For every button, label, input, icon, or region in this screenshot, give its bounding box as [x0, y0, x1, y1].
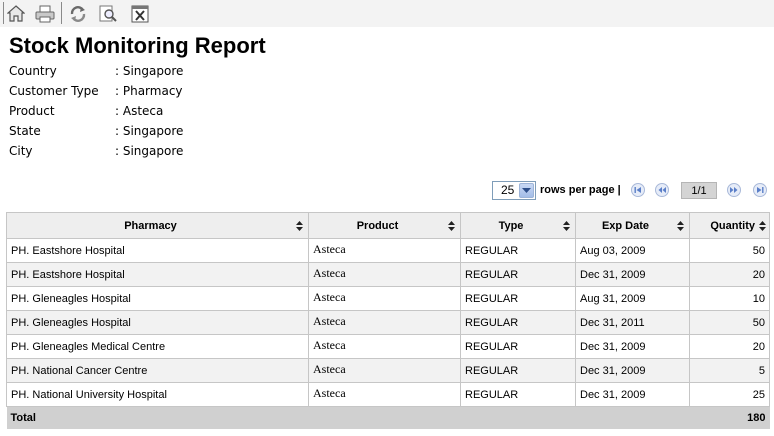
sort-icon[interactable] [563, 221, 570, 231]
column-header-label: Pharmacy [124, 219, 177, 232]
cell-exp-date: Dec 31, 2011 [575, 310, 690, 335]
cell-type: REGULAR [460, 262, 576, 287]
filter-label: Customer Type [9, 84, 99, 98]
last-page-icon[interactable] [753, 183, 767, 197]
column-header-quantity[interactable]: Quantity [689, 212, 770, 239]
previous-page-icon[interactable] [655, 183, 669, 197]
cell-pharmacy: PH. National Cancer Centre [6, 358, 309, 383]
column-header-type[interactable]: Type [460, 212, 576, 239]
column-header-label: Product [356, 219, 399, 232]
cell-product: Asteca [308, 334, 461, 359]
cell-pharmacy: PH. National University Hospital [6, 382, 309, 407]
cell-pharmacy: PH. Eastshore Hospital [6, 238, 309, 263]
total-row: Total 180 [6, 406, 770, 429]
column-header-product[interactable]: Product [308, 212, 461, 239]
column-header-label: Quantity [710, 219, 755, 232]
cell-product: Asteca [308, 238, 461, 263]
filter-value: : Pharmacy [115, 84, 183, 98]
cell-quantity: 10 [689, 286, 770, 311]
toolbar [0, 0, 774, 27]
preview-icon[interactable] [97, 3, 119, 24]
cell-quantity: 5 [689, 358, 770, 383]
total-value: 180 [689, 406, 770, 429]
cell-quantity: 50 [689, 310, 770, 335]
next-page-icon[interactable] [727, 183, 741, 197]
stock-table: Pharmacy Product Type Exp Date Quantity [6, 212, 770, 429]
column-header-exp-date[interactable]: Exp Date [575, 212, 690, 239]
cell-quantity: 20 [689, 334, 770, 359]
cell-type: REGULAR [460, 382, 576, 407]
home-icon[interactable] [5, 3, 27, 24]
excel-export-icon[interactable] [129, 3, 151, 24]
page-indicator: 1/1 [681, 182, 717, 199]
table-row: PH. Eastshore Hospital Asteca REGULAR Au… [6, 238, 770, 263]
total-label: Total [6, 406, 690, 429]
column-header-pharmacy[interactable]: Pharmacy [6, 212, 309, 239]
cell-pharmacy: PH. Eastshore Hospital [6, 262, 309, 287]
filter-value: : Asteca [115, 104, 164, 118]
cell-product: Asteca [308, 358, 461, 383]
cell-exp-date: Aug 03, 2009 [575, 238, 690, 263]
cell-exp-date: Dec 31, 2009 [575, 334, 690, 359]
cell-product: Asteca [308, 310, 461, 335]
filter-label: Country [9, 64, 57, 78]
column-header-label: Type [498, 219, 524, 232]
table-header-row: Pharmacy Product Type Exp Date Quantity [6, 212, 770, 239]
toolbar-separator [3, 2, 4, 24]
table-row: PH. Gleneagles Hospital Asteca REGULAR A… [6, 286, 770, 311]
table-row: PH. National University Hospital Asteca … [6, 382, 770, 407]
filter-label: City [9, 144, 33, 158]
cell-exp-date: Dec 31, 2009 [575, 262, 690, 287]
rows-per-page-value: 25 [501, 183, 515, 197]
cell-type: REGULAR [460, 310, 576, 335]
sort-icon[interactable] [677, 221, 684, 231]
cell-pharmacy: PH. Gleneagles Hospital [6, 286, 309, 311]
cell-quantity: 20 [689, 262, 770, 287]
page-title: Stock Monitoring Report [9, 33, 266, 58]
cell-type: REGULAR [460, 358, 576, 383]
cell-exp-date: Aug 31, 2009 [575, 286, 690, 311]
cell-pharmacy: PH. Gleneagles Hospital [6, 310, 309, 335]
cell-product: Asteca [308, 262, 461, 287]
filter-label: State [9, 124, 41, 138]
cell-exp-date: Dec 31, 2009 [575, 382, 690, 407]
sort-icon[interactable] [759, 221, 766, 231]
filter-value: : Singapore [115, 144, 184, 158]
table-row: PH. Gleneagles Hospital Asteca REGULAR D… [6, 310, 770, 335]
sort-icon[interactable] [296, 221, 303, 231]
cell-type: REGULAR [460, 238, 576, 263]
cell-type: REGULAR [460, 334, 576, 359]
filter-value: : Singapore [115, 124, 184, 138]
cell-quantity: 25 [689, 382, 770, 407]
cell-exp-date: Dec 31, 2009 [575, 358, 690, 383]
sort-icon[interactable] [448, 221, 455, 231]
rows-per-page-select[interactable]: 25 [492, 181, 536, 200]
rows-per-page-label: rows per page | [540, 184, 621, 196]
table-row: PH. Eastshore Hospital Asteca REGULAR De… [6, 262, 770, 287]
filter-label: Product [9, 104, 55, 118]
toolbar-separator [61, 2, 62, 24]
refresh-icon[interactable] [67, 3, 89, 24]
chevron-down-icon[interactable] [519, 183, 534, 198]
cell-product: Asteca [308, 286, 461, 311]
first-page-icon[interactable] [631, 183, 645, 197]
table-row: PH. Gleneagles Medical Centre Asteca REG… [6, 334, 770, 359]
print-icon[interactable] [34, 3, 56, 24]
filter-value: : Singapore [115, 64, 184, 78]
column-header-label: Exp Date [601, 219, 650, 232]
table-row: PH. National Cancer Centre Asteca REGULA… [6, 358, 770, 383]
cell-pharmacy: PH. Gleneagles Medical Centre [6, 334, 309, 359]
cell-product: Asteca [308, 382, 461, 407]
cell-quantity: 50 [689, 238, 770, 263]
cell-type: REGULAR [460, 286, 576, 311]
